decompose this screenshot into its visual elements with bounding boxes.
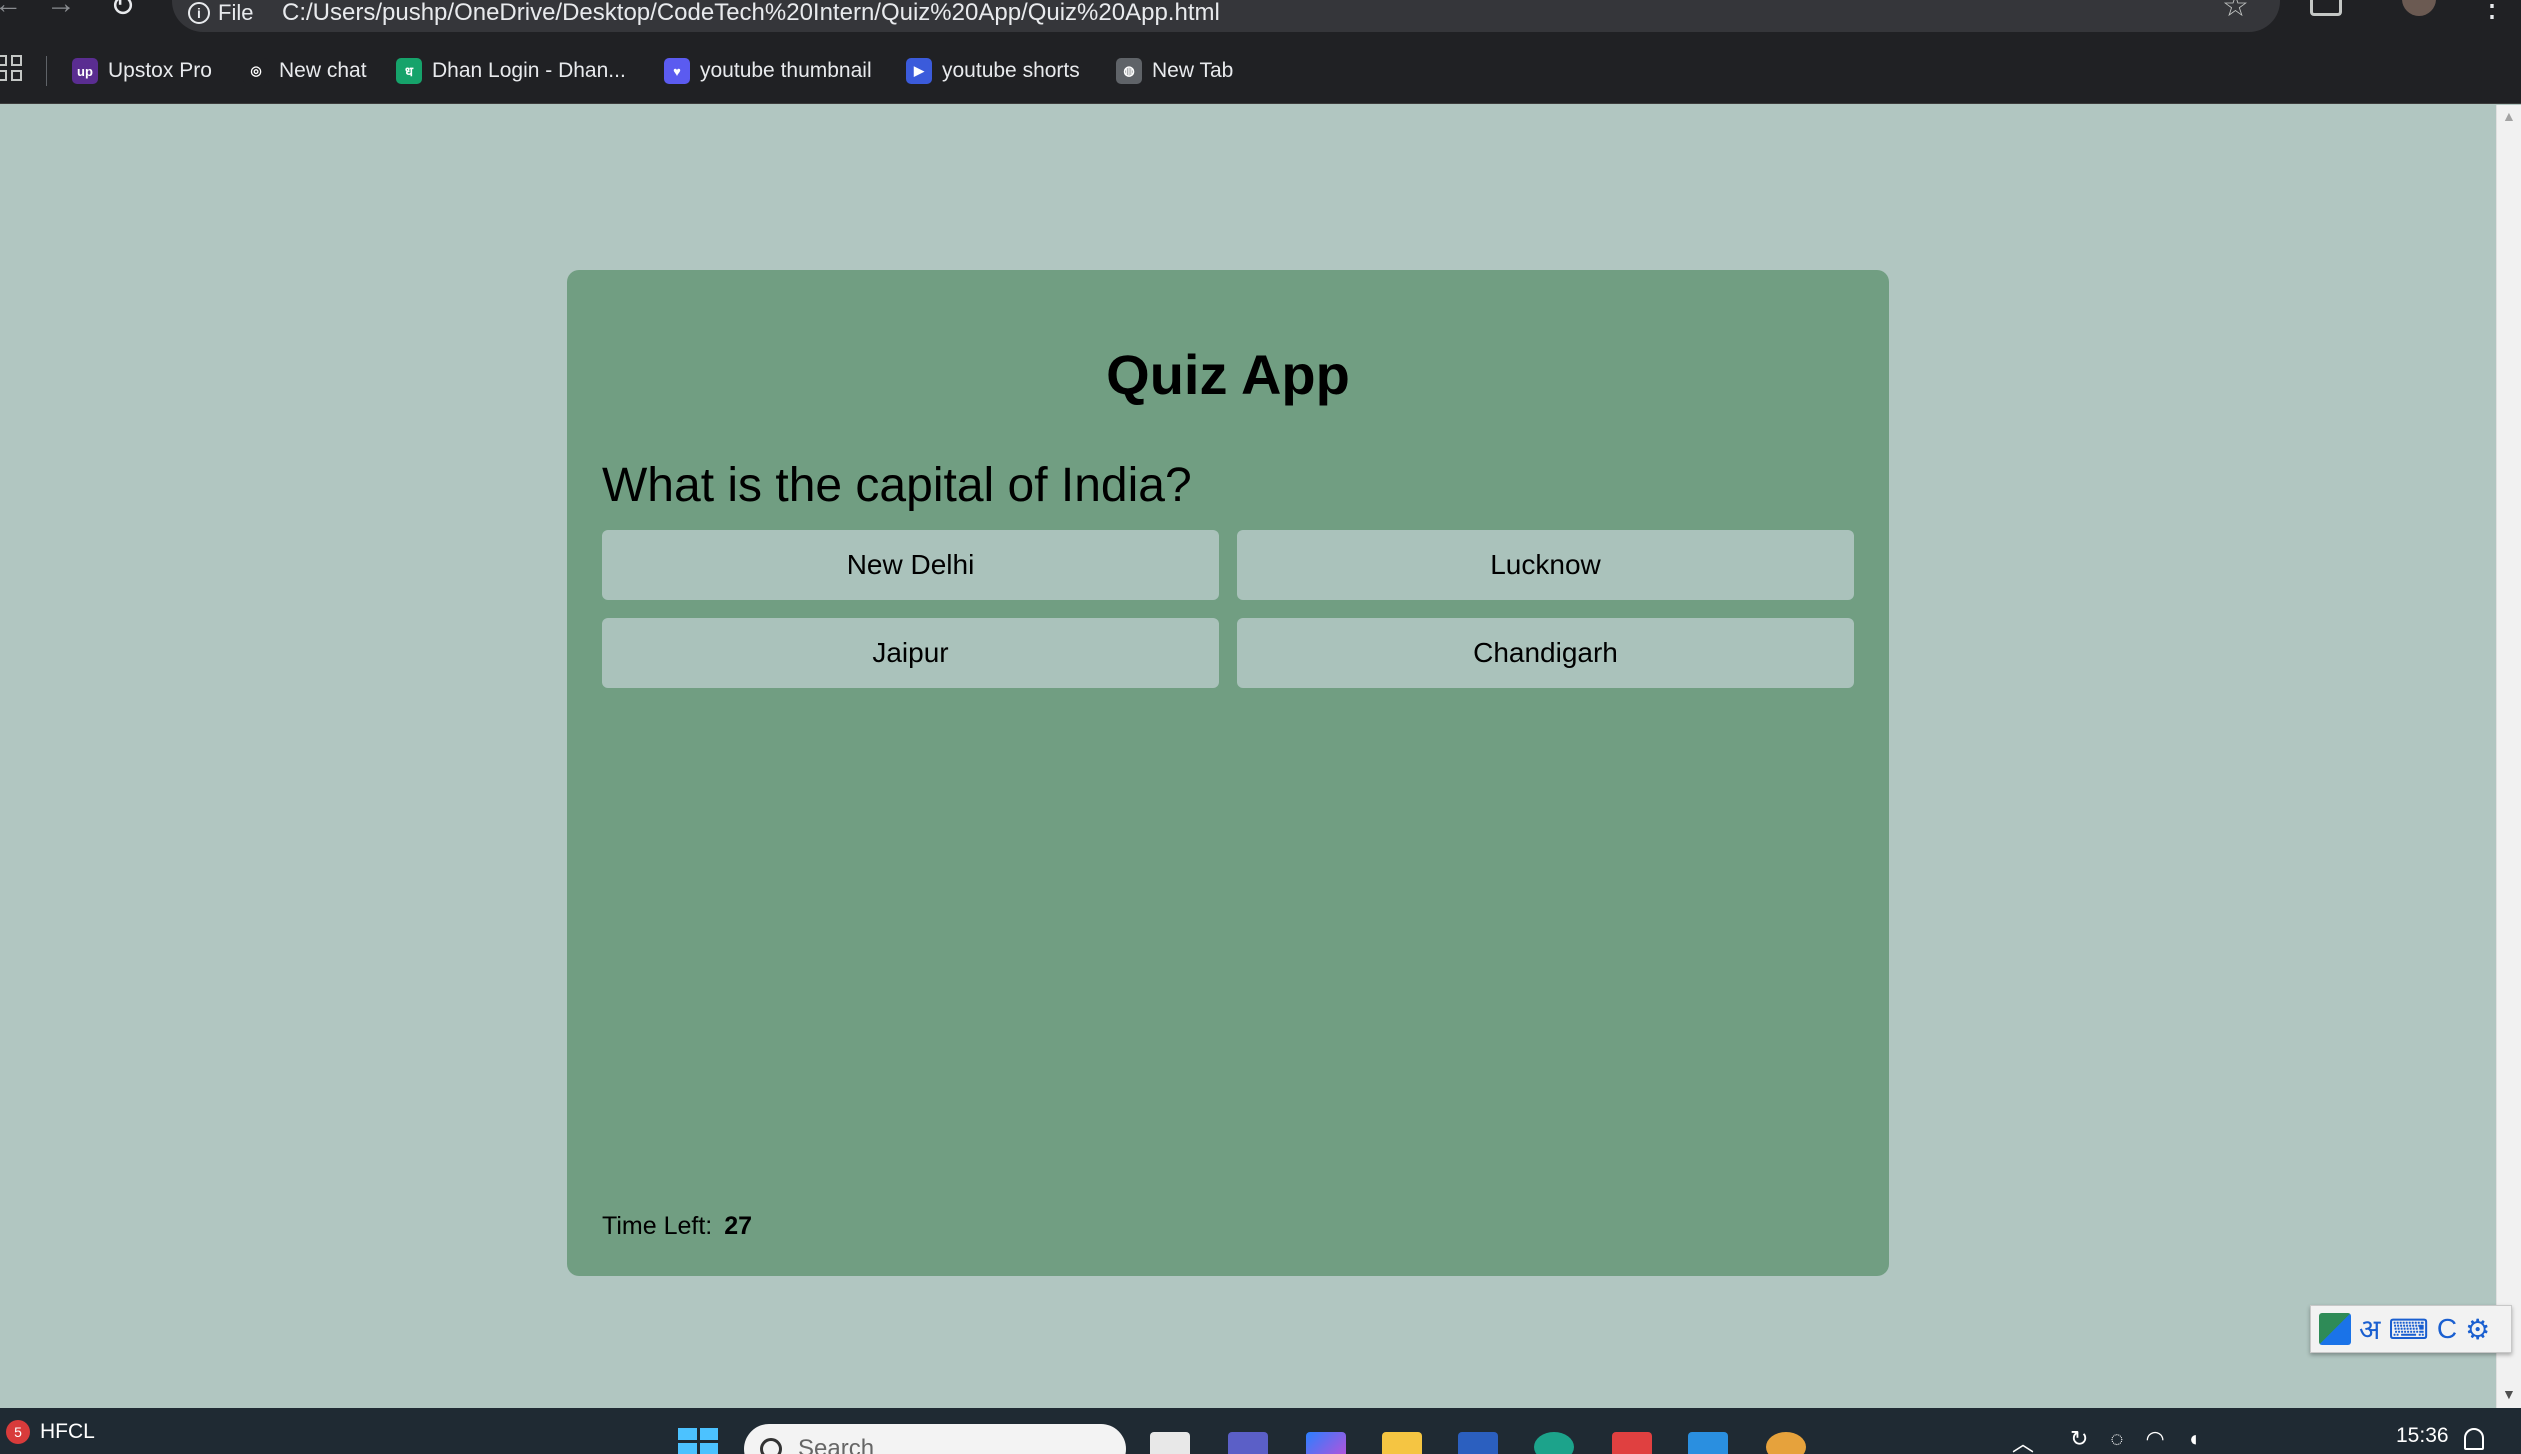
- edge-icon[interactable]: [1534, 1432, 1574, 1454]
- search-placeholder: Search: [798, 1435, 875, 1454]
- bookmark-label: Dhan Login - Dhan...: [432, 59, 626, 82]
- bookmark-item[interactable]: ध Dhan Login - Dhan...: [396, 53, 626, 89]
- taskbar-search-box[interactable]: Search: [744, 1424, 1126, 1454]
- bookmarks-divider: [46, 56, 47, 86]
- answer-button-1[interactable]: New Delhi: [602, 530, 1219, 600]
- more-menu-icon[interactable]: ⋮: [2476, 0, 2508, 21]
- teams-icon[interactable]: [1228, 1432, 1268, 1454]
- taskbar-clock[interactable]: 15:36: [2396, 1424, 2449, 1448]
- task-view-icon[interactable]: [1150, 1432, 1190, 1454]
- bookmark-label: youtube thumbnail: [700, 59, 872, 82]
- bookmarks-bar: up Upstox Pro ◎ New chat ध Dhan Login - Dhan.…: [0, 38, 2521, 104]
- dhan-icon: ध: [396, 58, 422, 84]
- url-text[interactable]: C:/Users/pushp/OneDrive/Desktop/CodeTech…: [282, 0, 1220, 26]
- globe-icon: ◍: [1116, 58, 1142, 84]
- scroll-down-arrow-icon[interactable]: ▼: [2502, 1386, 2516, 1402]
- windows-start-icon[interactable]: [678, 1428, 718, 1454]
- file-explorer-icon[interactable]: [1382, 1432, 1422, 1454]
- address-bar[interactable]: i File C:/Users/pushp/OneDrive/Desktop/C…: [172, 0, 2280, 32]
- bookmark-item[interactable]: up Upstox Pro: [72, 53, 212, 89]
- bookmark-item[interactable]: ◎ New chat: [243, 53, 367, 89]
- language-input-toolbar[interactable]: अ ⌨ C ⚙: [2310, 1305, 2512, 1353]
- copilot-icon[interactable]: [1306, 1432, 1346, 1454]
- timer-label: Time Left:: [602, 1212, 713, 1240]
- video-icon: ▶: [906, 58, 932, 84]
- answer-button-2[interactable]: Lucknow: [1237, 530, 1854, 600]
- info-icon: i: [188, 2, 210, 24]
- bookmark-item[interactable]: ◍ New Tab: [1116, 53, 1233, 89]
- profile-avatar[interactable]: [2402, 0, 2436, 16]
- tray-overflow-icon[interactable]: ︿: [2012, 1426, 2034, 1454]
- bookmark-label: New Tab: [1152, 59, 1234, 82]
- windows-taskbar: 5 HFCL Search ︿ ↻◌◠◖ 15:36: [0, 1408, 2521, 1454]
- weather-badge: 5: [6, 1420, 30, 1444]
- weather-widget[interactable]: 5 HFCL: [6, 1420, 95, 1444]
- chatgpt-icon: ◎: [243, 58, 269, 84]
- answer-button-4[interactable]: Chandigarh: [1237, 618, 1854, 688]
- search-icon: [760, 1438, 782, 1454]
- bookmark-star-icon[interactable]: ☆: [2222, 0, 2249, 22]
- refresh-c-icon[interactable]: C: [2437, 1313, 2457, 1345]
- notification-bell-icon[interactable]: [2464, 1428, 2484, 1450]
- back-icon[interactable]: ←: [0, 0, 22, 18]
- weather-label: HFCL: [40, 1420, 95, 1443]
- vscode-icon[interactable]: [1688, 1432, 1728, 1454]
- heart-icon: ♥: [664, 58, 690, 84]
- bookmark-item[interactable]: ▶ youtube shorts: [906, 53, 1080, 89]
- chrome-icon[interactable]: [1766, 1432, 1806, 1454]
- apps-grid-icon[interactable]: [0, 55, 22, 81]
- site-info-chip[interactable]: i File: [188, 0, 253, 26]
- hindi-script-icon[interactable]: अ: [2359, 1310, 2380, 1348]
- answer-button-3[interactable]: Jaipur: [602, 618, 1219, 688]
- timer-value: 27: [724, 1212, 753, 1240]
- upstox-icon: up: [72, 58, 98, 84]
- input-tools-logo-icon[interactable]: [2319, 1313, 2351, 1345]
- bookmark-label: Upstox Pro: [108, 59, 212, 82]
- bookmark-item[interactable]: ♥ youtube thumbnail: [664, 53, 872, 89]
- timer: Time Left: 27: [602, 1212, 752, 1241]
- extensions-icon[interactable]: [2310, 0, 2342, 16]
- scroll-up-arrow-icon[interactable]: ▲: [2502, 108, 2516, 124]
- scrollbar-thumb[interactable]: [2500, 132, 2517, 1380]
- keyboard-icon[interactable]: ⌨: [2388, 1313, 2428, 1346]
- question-text: What is the capital of India?: [602, 459, 1192, 512]
- settings-gear-icon[interactable]: ⚙: [2465, 1313, 2490, 1346]
- word-icon[interactable]: [1458, 1432, 1498, 1454]
- forward-icon[interactable]: →: [46, 0, 76, 19]
- browser-toolbar: ← → ↻ i File C:/Users/pushp/OneDrive/Des…: [0, 0, 2521, 38]
- store-icon[interactable]: [1612, 1432, 1652, 1454]
- system-tray-icons[interactable]: ↻◌◠◖: [2070, 1426, 2222, 1452]
- url-scheme-label: File: [218, 0, 254, 25]
- quiz-card: Quiz App What is the capital of India? N…: [567, 270, 1889, 1276]
- bookmark-label: youtube shorts: [942, 59, 1080, 82]
- quiz-title: Quiz App: [1106, 343, 1350, 406]
- bookmark-label: New chat: [279, 59, 367, 82]
- reload-icon[interactable]: ↻: [110, 0, 140, 22]
